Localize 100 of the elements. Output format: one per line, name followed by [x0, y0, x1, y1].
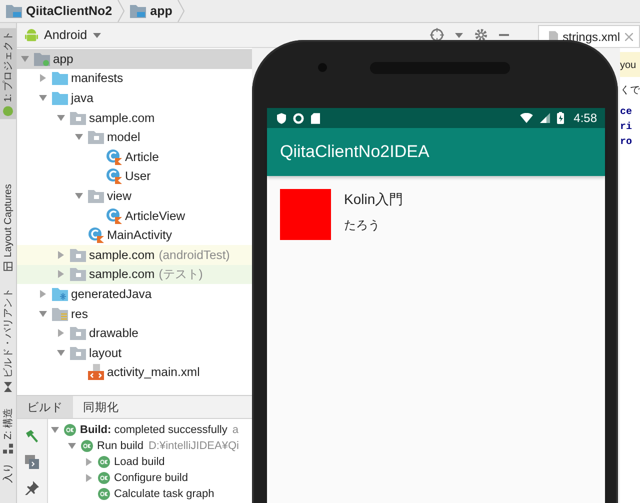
tree-row[interactable]: sample.com — [17, 108, 252, 128]
tree-row[interactable]: generatedJava — [17, 284, 252, 304]
shield-icon — [277, 112, 286, 124]
status-time: 4:58 — [574, 111, 597, 125]
breadcrumb[interactable]: app — [127, 4, 176, 18]
wifi-icon — [520, 113, 533, 123]
folder-icon — [88, 188, 104, 203]
gear-icon[interactable] — [474, 28, 488, 42]
tree-row[interactable]: User — [17, 166, 252, 186]
tree-row[interactable]: app — [17, 49, 252, 69]
tree-label: java — [71, 90, 94, 105]
caret-icon[interactable] — [67, 441, 77, 451]
caret-icon[interactable] — [84, 457, 94, 467]
folder-icon — [70, 267, 86, 282]
tree-label: sample.com — [89, 267, 155, 282]
tree-label: layout — [89, 346, 122, 360]
tree-row[interactable]: ArticleView — [17, 206, 252, 226]
pin-icon[interactable] — [25, 481, 39, 495]
tree-row[interactable]: activity_main.xml — [17, 362, 252, 382]
notification-text: you — [620, 52, 640, 77]
caret-icon[interactable] — [38, 73, 48, 84]
tree-label: model — [107, 130, 140, 144]
caret-icon[interactable] — [50, 425, 60, 435]
view-dropdown[interactable]: Android — [25, 28, 102, 42]
tree-row[interactable]: manifests — [17, 68, 252, 88]
caret-icon[interactable] — [56, 269, 66, 280]
app-title: QiitaClientNo2IDEA — [280, 142, 430, 162]
side-tab[interactable]: Layout Captures — [2, 181, 14, 275]
panel-tab[interactable]: 同期化 — [73, 396, 129, 418]
code-line: ro — [620, 137, 634, 148]
caret-icon[interactable] — [56, 328, 66, 338]
folder-icon — [6, 4, 22, 18]
success-icon — [98, 488, 110, 500]
hammer-icon[interactable] — [25, 429, 39, 443]
tree-label: generatedJava — [71, 286, 152, 301]
folder-icon — [88, 130, 104, 144]
side-tab[interactable]: ビルド・バリアント — [0, 284, 16, 395]
caret-icon[interactable] — [74, 132, 84, 142]
folder-icon — [70, 346, 86, 360]
folder-icon — [52, 71, 68, 86]
caret-icon[interactable] — [455, 32, 463, 38]
tree-label: User — [125, 169, 151, 184]
folder-icon — [52, 90, 68, 105]
tree-label: manifests — [71, 71, 124, 86]
caret-icon[interactable] — [84, 473, 94, 483]
tree-row[interactable]: view — [17, 186, 252, 206]
panel-tab[interactable]: ビルド — [17, 396, 73, 418]
success-icon — [64, 424, 76, 436]
build-step-detail: D:¥intelliJIDEA¥Qi — [148, 440, 239, 452]
tree-row[interactable]: sample.com (androidTest) — [17, 244, 252, 265]
build-step: Load build — [114, 456, 165, 468]
tree-label-note: (テスト) — [158, 266, 203, 283]
xml-file-icon — [88, 364, 104, 380]
layout-icon — [3, 262, 13, 272]
folder-icon — [70, 248, 86, 262]
tree-row[interactable]: sample.com (テスト) — [17, 264, 252, 284]
console-icon[interactable] — [25, 455, 39, 469]
folder-icon — [52, 306, 68, 321]
caret-icon — [93, 32, 102, 38]
tree-row[interactable]: java — [17, 88, 252, 108]
close-icon[interactable] — [625, 32, 633, 40]
caret-icon[interactable] — [56, 250, 66, 260]
code-line: ri — [620, 122, 634, 133]
caret-icon[interactable] — [38, 288, 48, 299]
tree-label: Article — [125, 150, 159, 164]
tree-row[interactable]: MainActivity — [17, 225, 252, 245]
tree-row[interactable]: Article — [17, 146, 252, 167]
build-step: Calculate task graph — [114, 488, 214, 500]
tree-label: activity_main.xml — [107, 365, 200, 380]
tree-label: ArticleView — [125, 208, 186, 223]
editor-text: くで — [620, 84, 640, 97]
tree-row[interactable]: layout — [17, 342, 252, 362]
caret-icon[interactable] — [20, 54, 30, 64]
tree-row[interactable]: res — [17, 304, 252, 324]
signal-icon — [540, 113, 550, 123]
side-tab[interactable]: Z: 構造 — [0, 404, 16, 456]
breadcrumb[interactable]: QiitaClientNo2 — [3, 4, 116, 18]
tree-label: res — [71, 306, 88, 321]
caret-icon[interactable] — [38, 308, 48, 319]
caret-icon[interactable] — [56, 348, 66, 358]
tree-label: view — [107, 188, 132, 203]
build-step-detail: a — [232, 424, 238, 436]
code-line: ce — [620, 107, 634, 118]
tree-label: app — [53, 52, 74, 66]
folder-icon — [130, 4, 146, 18]
caret-icon[interactable] — [38, 92, 48, 103]
sd-card-icon — [311, 112, 320, 124]
caret-icon[interactable] — [74, 190, 84, 201]
success-icon — [98, 472, 110, 484]
tree-row[interactable]: model — [17, 127, 252, 147]
side-tab[interactable]: 入り — [0, 460, 16, 486]
tree-row[interactable]: drawable — [17, 323, 252, 343]
tree-label-note: (androidTest) — [158, 248, 230, 262]
class-icon — [88, 227, 104, 244]
side-tab[interactable]: 1: プロジェクト — [0, 28, 16, 120]
circle-icon — [293, 112, 304, 124]
caret-icon[interactable] — [56, 112, 66, 123]
battery-icon — [556, 112, 564, 124]
target-icon[interactable] — [430, 28, 444, 42]
tree-label: MainActivity — [107, 228, 172, 242]
